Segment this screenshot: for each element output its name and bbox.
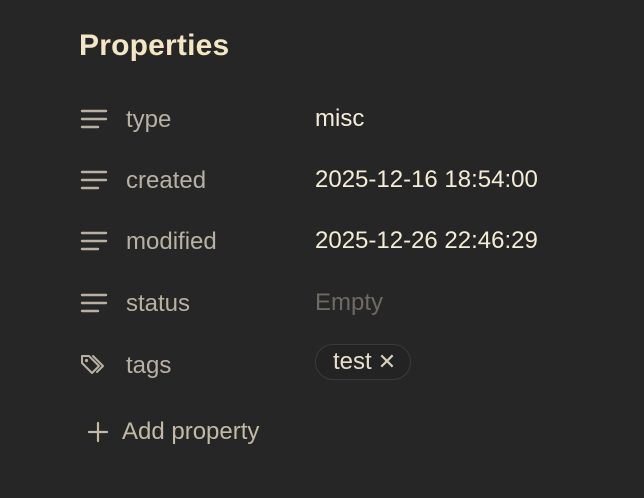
property-row-tags[interactable]: tags test ✕ <box>79 344 579 384</box>
property-row-modified[interactable]: modified 2025-12-26 22:46:29 <box>79 221 579 261</box>
plus-icon <box>87 421 109 443</box>
tag-label[interactable]: test <box>333 348 372 376</box>
add-property-button[interactable]: Add property <box>87 415 259 449</box>
panel-title: Properties <box>79 29 230 62</box>
property-value-empty[interactable]: Empty <box>315 289 383 317</box>
text-lines-icon <box>79 107 109 131</box>
property-value[interactable]: 2025-12-16 18:54:00 <box>315 166 538 194</box>
property-row-created[interactable]: created 2025-12-16 18:54:00 <box>79 160 579 200</box>
tags-icon <box>79 352 109 376</box>
property-key[interactable]: tags <box>126 352 171 380</box>
remove-tag-icon[interactable]: ✕ <box>378 351 396 373</box>
property-row-type[interactable]: type misc <box>79 99 579 139</box>
property-key[interactable]: modified <box>126 228 217 256</box>
property-key[interactable]: status <box>126 290 190 318</box>
text-lines-icon <box>79 291 109 315</box>
property-value[interactable]: 2025-12-26 22:46:29 <box>315 227 538 255</box>
property-key[interactable]: created <box>126 167 206 195</box>
property-key[interactable]: type <box>126 106 171 134</box>
property-row-status[interactable]: status Empty <box>79 283 579 323</box>
text-lines-icon <box>79 229 109 253</box>
text-lines-icon <box>79 168 109 192</box>
property-value[interactable]: misc <box>315 105 364 133</box>
add-property-label: Add property <box>122 418 260 445</box>
tag-pill[interactable]: test ✕ <box>315 344 412 380</box>
properties-panel: Properties type misc created 2025-12-16 … <box>0 0 644 498</box>
